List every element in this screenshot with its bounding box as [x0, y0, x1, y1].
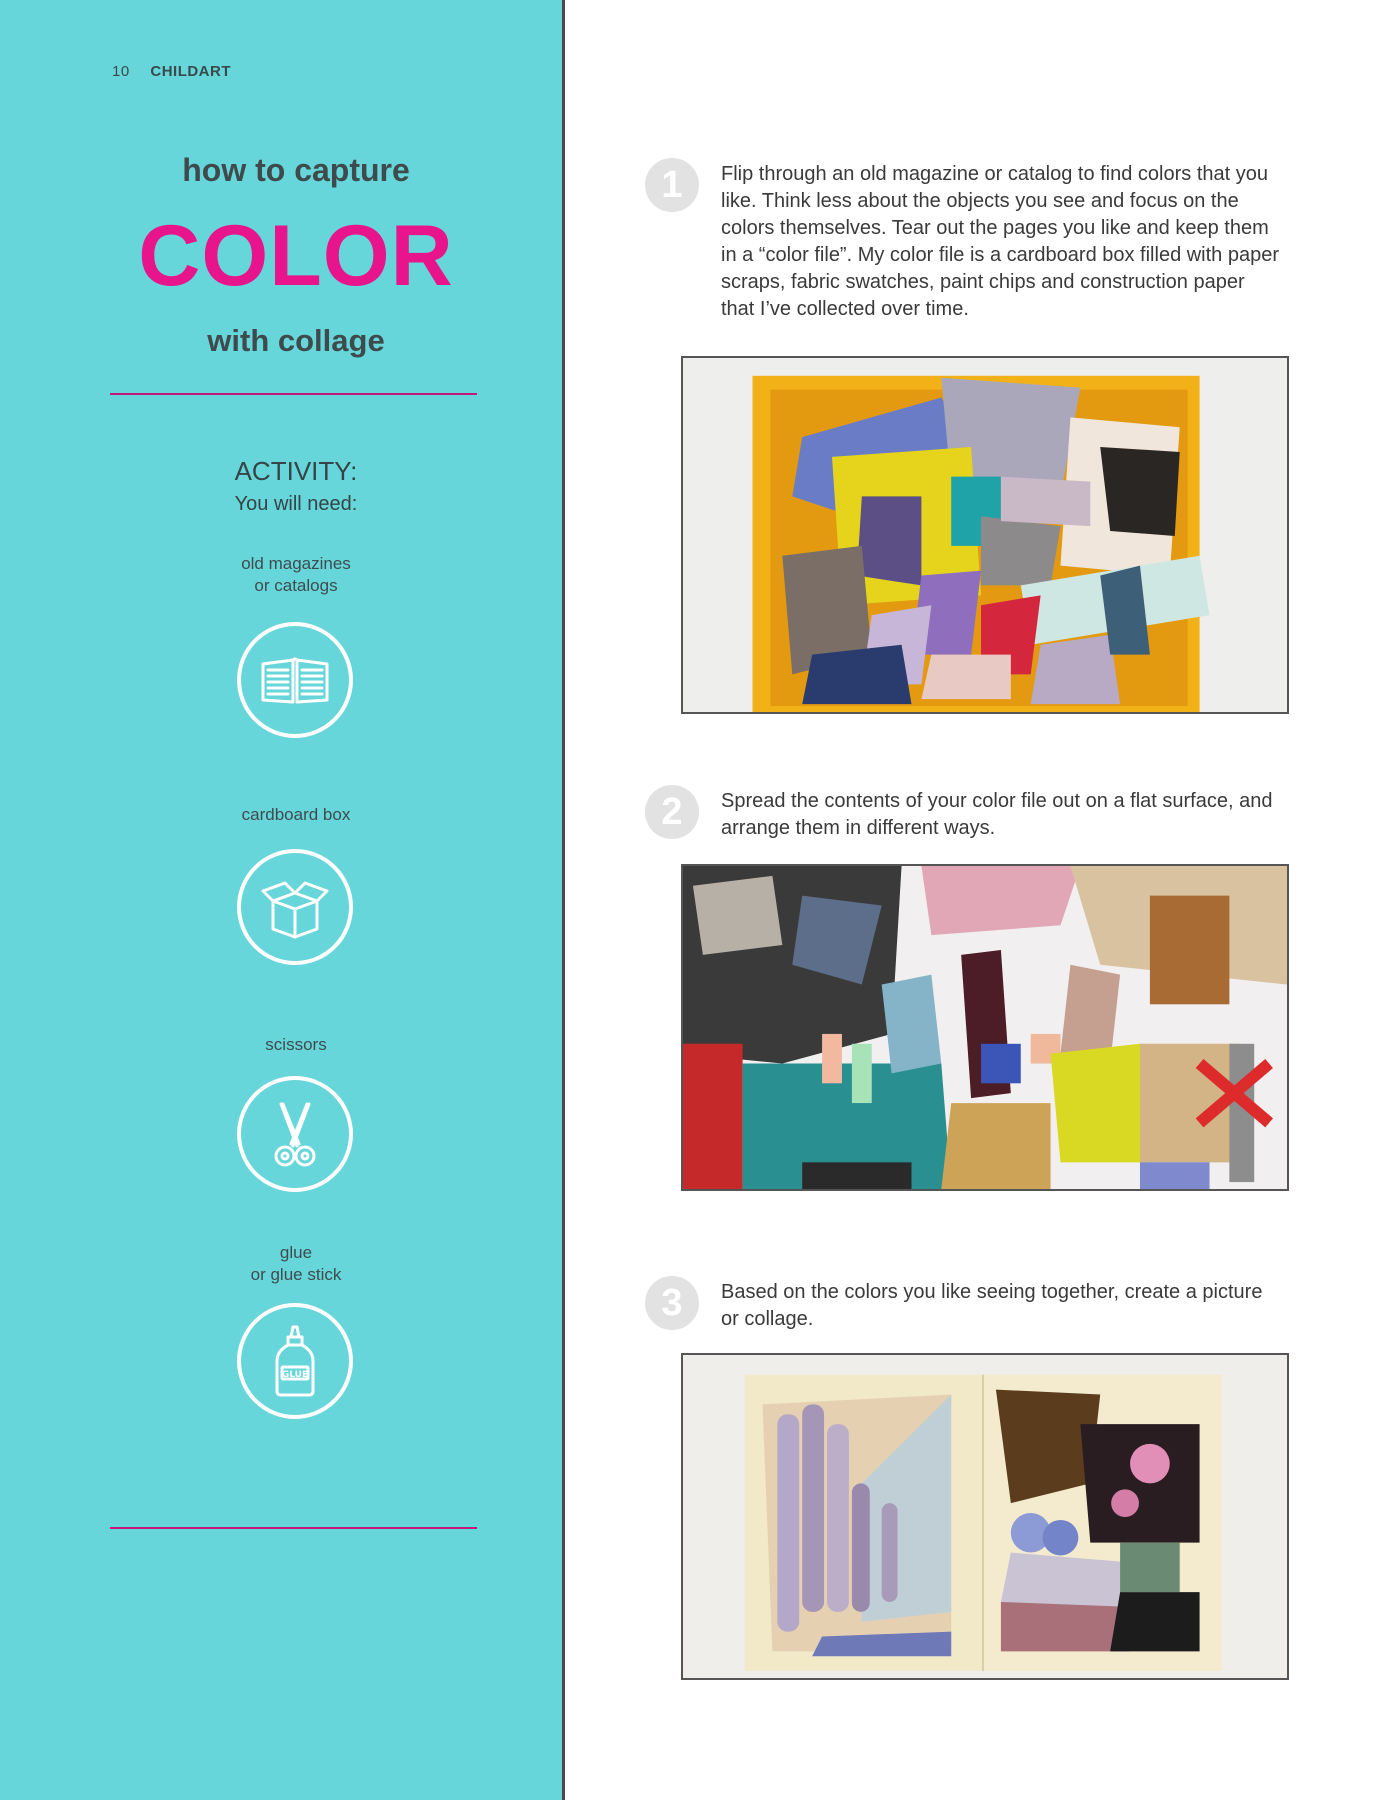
title-line-3: with collage: [207, 323, 385, 358]
spread-paper-scraps-photo: [681, 864, 1289, 1191]
supply-label-line: scissors: [265, 1035, 327, 1054]
supply-label-magazines: old magazines or catalogs: [0, 553, 592, 597]
step-2-text: Spread the contents of your color file o…: [721, 790, 1273, 839]
open-box-icon: [237, 849, 353, 965]
open-book-icon: [237, 622, 353, 738]
step-3-number: 3: [645, 1276, 699, 1330]
title-color-word: COLOR: [138, 208, 454, 304]
sidebar-panel: 10 CHILDART how to capture COLOR with co…: [0, 0, 565, 1800]
supply-label-scissors: scissors: [0, 1034, 592, 1056]
page-folio: 10 CHILDART: [112, 63, 231, 80]
page-number: 10: [112, 63, 130, 80]
supply-label-box: cardboard box: [0, 804, 592, 826]
finished-collage-sketchbook-photo: [681, 1353, 1289, 1680]
step-3-text: Based on the colors you like seeing toge…: [721, 1281, 1263, 1330]
step-2-number: 2: [645, 785, 699, 839]
supply-label-glue: glue or glue stick: [0, 1242, 592, 1286]
color-file-box-photo: [681, 356, 1289, 714]
supply-label-line: or glue stick: [250, 1265, 342, 1284]
glue-label-text: GLUE: [282, 1370, 308, 1380]
activity-heading: ACTIVITY:: [234, 456, 358, 486]
step-1-number: 1: [645, 158, 699, 212]
title-line-1: how to capture: [182, 152, 410, 188]
divider-bottom: [110, 1527, 477, 1529]
divider-top: [110, 393, 477, 395]
glue-bottle-icon: GLUE: [237, 1303, 353, 1419]
supply-label-line: glue: [279, 1243, 313, 1262]
step-1-text: Flip through an old magazine or catalog …: [721, 163, 1280, 320]
activity-subheading: You will need:: [234, 493, 358, 515]
scissors-icon: [237, 1076, 353, 1192]
magazine-name: CHILDART: [150, 63, 232, 80]
supply-label-line: old magazines: [241, 554, 351, 573]
supply-label-line: or catalogs: [254, 576, 338, 595]
supply-label-line: cardboard box: [241, 805, 351, 824]
